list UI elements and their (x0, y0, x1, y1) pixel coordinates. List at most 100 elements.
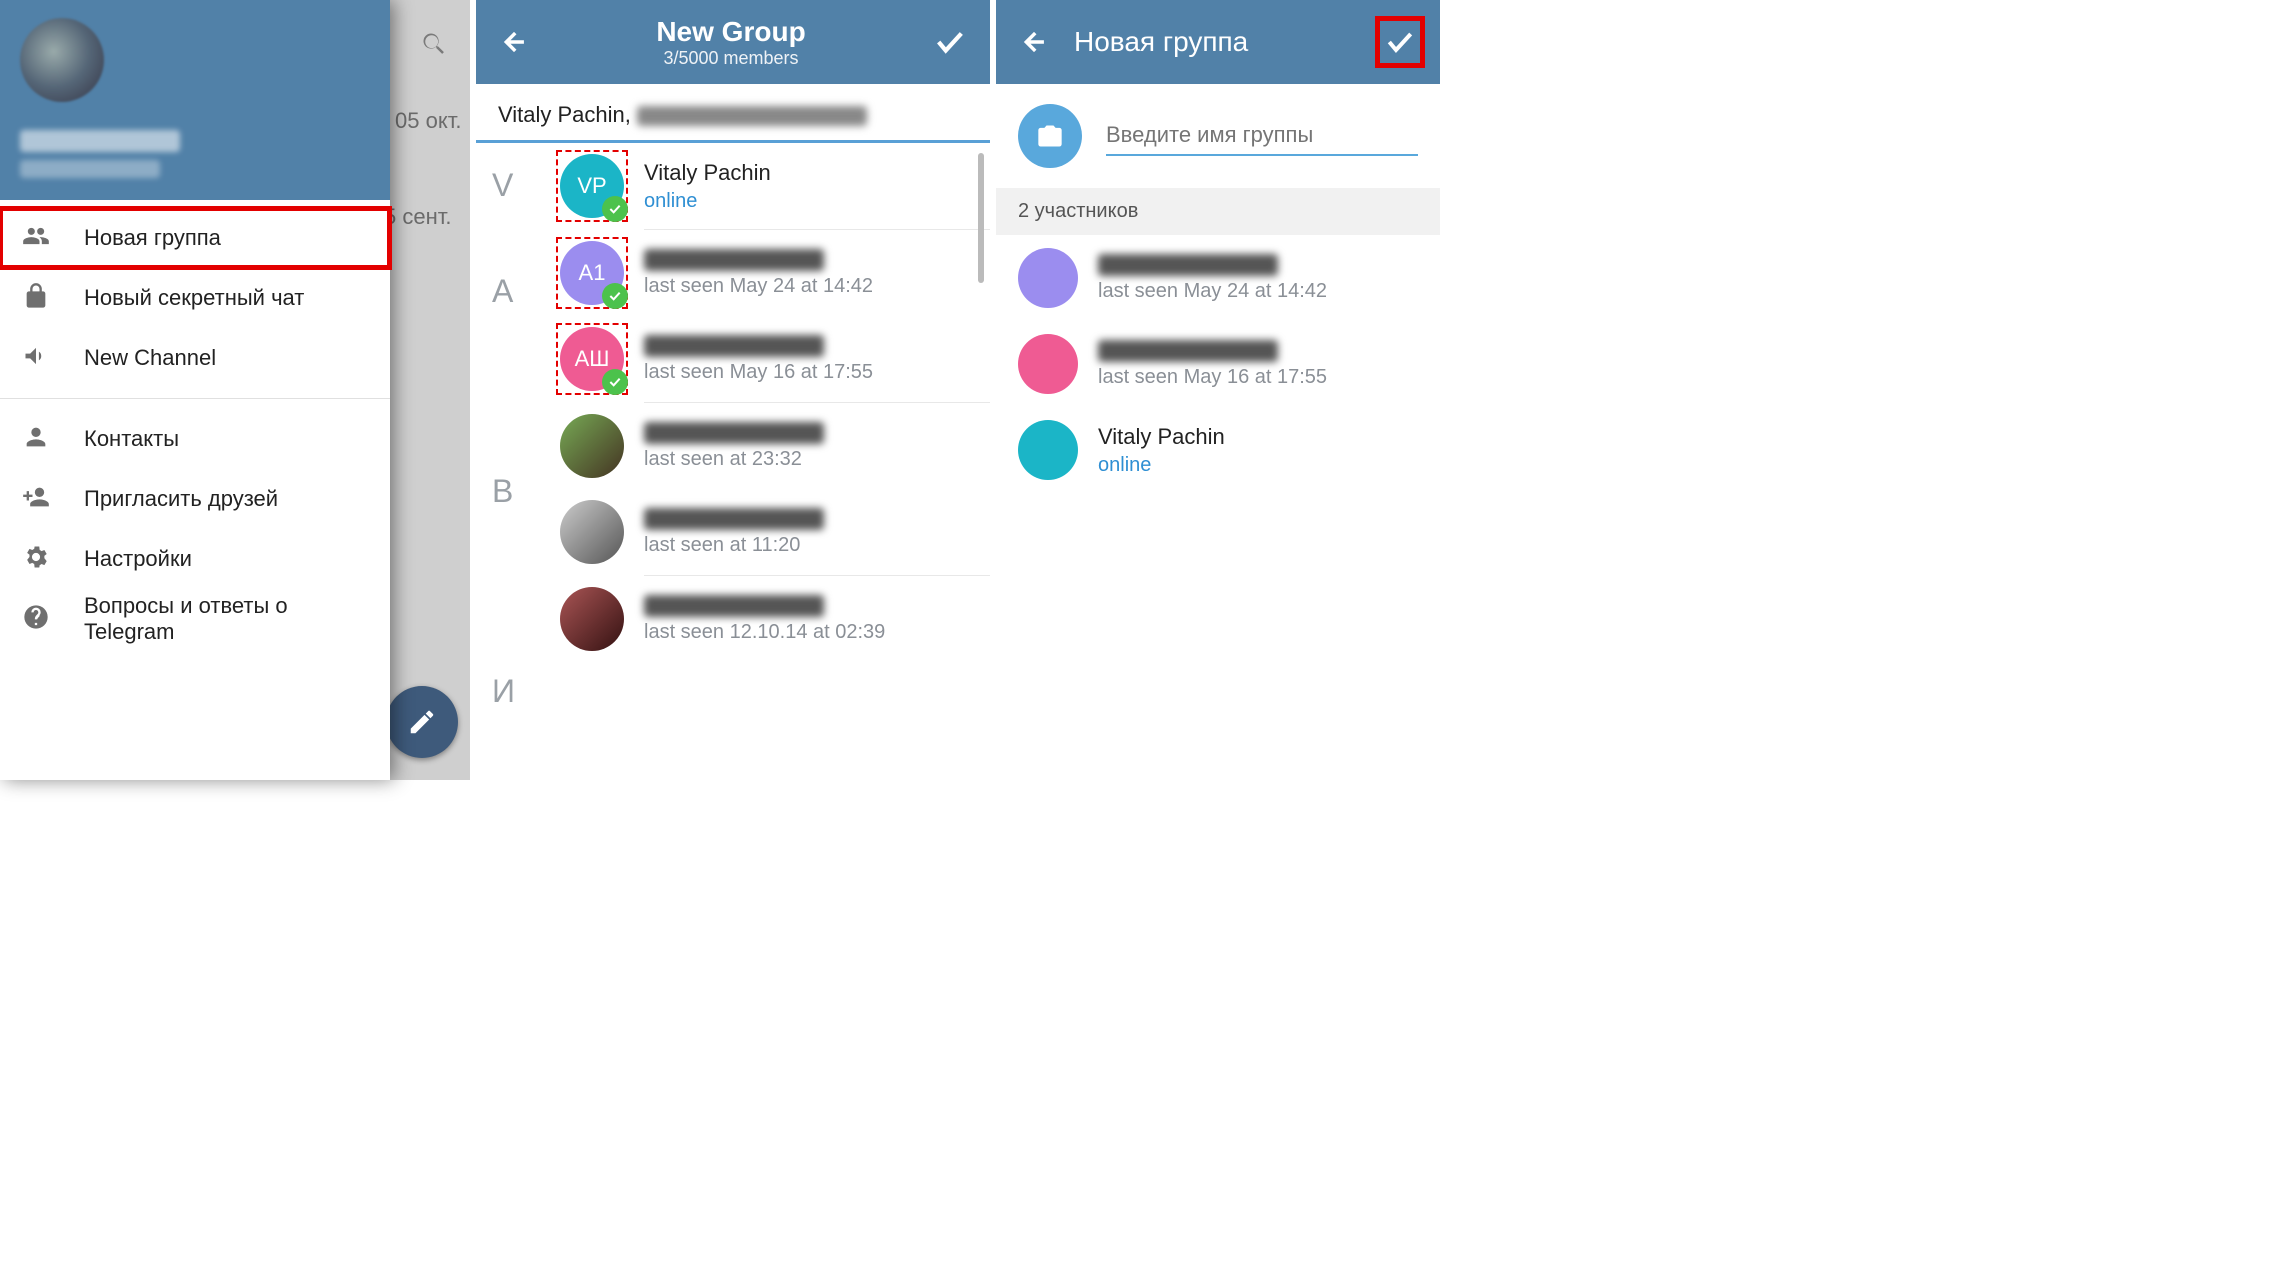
contact-status: last seen at 23:32 (644, 448, 990, 471)
scrollbar-thumb[interactable] (978, 153, 984, 283)
group-name-input[interactable] (1106, 116, 1418, 156)
member-name-blurred (1098, 340, 1278, 362)
contact-row[interactable]: last seen 12.10.14 at 02:39 (476, 576, 990, 662)
contact-list[interactable]: V VP Vitaly Pachin online A A1 last seen… (476, 143, 990, 779)
screen-drawer: 05 окт. 5 сент. Новая группа Новый секре… (0, 0, 470, 780)
screen-name-group: Новая группа 2 участников last seen May … (990, 0, 1440, 780)
avatar-wrap (560, 587, 624, 651)
group-name-row (996, 84, 1440, 188)
contact-status: last seen May 16 at 17:55 (644, 361, 990, 384)
members-list: last seen May 24 at 14:42 last seen May … (996, 235, 1440, 493)
contact-status: last seen 12.10.14 at 02:39 (644, 621, 990, 644)
appbar-subtitle: 3/5000 members (534, 48, 928, 69)
contact-row[interactable]: last seen at 23:32 (476, 403, 990, 489)
selected-names-blurred (637, 106, 867, 126)
menu-label: Пригласить друзей (84, 486, 278, 512)
check-icon (933, 25, 967, 59)
drawer-header (0, 0, 390, 200)
member-status: last seen May 24 at 14:42 (1098, 280, 1440, 303)
member-avatar (1018, 420, 1078, 480)
check-icon (1384, 25, 1416, 59)
camera-icon (1035, 122, 1065, 150)
section-letter-b: B (492, 473, 513, 510)
member-status: online (1098, 454, 1440, 477)
person-icon (22, 423, 50, 456)
selected-name: Vitaly Pachin, (498, 102, 631, 127)
contact-status: online (644, 190, 990, 213)
contact-row[interactable]: A1 last seen May 24 at 14:42 (476, 230, 990, 316)
back-button[interactable] (1014, 28, 1054, 56)
confirm-button[interactable] (1378, 19, 1422, 65)
confirm-button[interactable] (928, 25, 972, 59)
chat-date-2: 5 сент. (384, 204, 451, 230)
member-name-blurred (1098, 254, 1278, 276)
members-count-bar: 2 участников (996, 188, 1440, 235)
appbar: New Group 3/5000 members (476, 0, 990, 84)
menu-label: New Channel (84, 345, 216, 371)
screen-select-members: New Group 3/5000 members Vitaly Pachin, … (470, 0, 990, 780)
chat-date-1: 05 окт. (395, 108, 461, 134)
contact-avatar (560, 500, 624, 564)
arrow-left-icon (1020, 28, 1048, 56)
gear-icon (22, 543, 50, 576)
back-button[interactable] (494, 28, 534, 56)
drawer-items: Новая группа Новый секретный чат New Cha… (0, 200, 390, 649)
search-button[interactable] (410, 20, 458, 68)
contact-avatar (560, 587, 624, 651)
arrow-left-icon (500, 28, 528, 56)
appbar: Новая группа (996, 0, 1440, 84)
menu-label: Настройки (84, 546, 192, 572)
appbar-title: New Group (534, 16, 928, 48)
contact-name-blurred (644, 335, 824, 357)
lock-icon (22, 282, 50, 315)
contact-row[interactable]: last seen at 11:20 (476, 489, 990, 575)
member-row[interactable]: last seen May 16 at 17:55 (996, 321, 1440, 407)
selected-check (602, 283, 628, 309)
menu-invite-friends[interactable]: Пригласить друзей (0, 469, 390, 529)
contact-row[interactable]: АШ last seen May 16 at 17:55 (476, 316, 990, 402)
contact-status: last seen May 24 at 14:42 (644, 275, 990, 298)
menu-new-channel[interactable]: New Channel (0, 328, 390, 388)
avatar-wrap (560, 414, 624, 478)
member-name: Vitaly Pachin (1098, 424, 1440, 450)
section-letter-i: И (492, 673, 515, 710)
contact-avatar (560, 414, 624, 478)
avatar-wrap (560, 500, 624, 564)
menu-new-group[interactable]: Новая группа (0, 208, 390, 268)
appbar-title-wrap: New Group 3/5000 members (534, 16, 928, 69)
contact-row[interactable]: VP Vitaly Pachin online (476, 143, 990, 229)
menu-faq[interactable]: Вопросы и ответы о Telegram (0, 589, 390, 649)
member-status: last seen May 16 at 17:55 (1098, 366, 1440, 389)
member-row[interactable]: last seen May 24 at 14:42 (996, 235, 1440, 321)
member-row[interactable]: Vitaly Pachin online (996, 407, 1440, 493)
group-photo-button[interactable] (1018, 104, 1082, 168)
avatar-wrap: A1 (560, 241, 624, 305)
contact-name-blurred (644, 595, 824, 617)
group-icon (22, 222, 50, 255)
section-letter-a: A (492, 273, 513, 310)
menu-settings[interactable]: Настройки (0, 529, 390, 589)
divider (0, 398, 390, 399)
selected-check (602, 369, 628, 395)
megaphone-icon (22, 342, 50, 375)
search-icon (420, 30, 448, 58)
menu-new-secret-chat[interactable]: Новый секретный чат (0, 268, 390, 328)
compose-fab[interactable] (386, 686, 458, 758)
profile-avatar[interactable] (20, 18, 104, 102)
contact-name-blurred (644, 508, 824, 530)
selected-members-field[interactable]: Vitaly Pachin, (476, 84, 990, 143)
menu-label: Контакты (84, 426, 179, 452)
help-icon (22, 603, 50, 636)
contact-name-blurred (644, 249, 824, 271)
appbar-title: Новая группа (1054, 26, 1378, 58)
contact-name: Vitaly Pachin (644, 160, 990, 186)
selected-check (602, 196, 628, 222)
menu-contacts[interactable]: Контакты (0, 409, 390, 469)
menu-label: Вопросы и ответы о Telegram (84, 593, 368, 645)
profile-phone-blurred (20, 160, 160, 178)
member-avatar (1018, 248, 1078, 308)
member-avatar (1018, 334, 1078, 394)
navigation-drawer: Новая группа Новый секретный чат New Cha… (0, 0, 390, 780)
menu-label: Новый секретный чат (84, 285, 304, 311)
section-letter-v: V (492, 167, 513, 204)
